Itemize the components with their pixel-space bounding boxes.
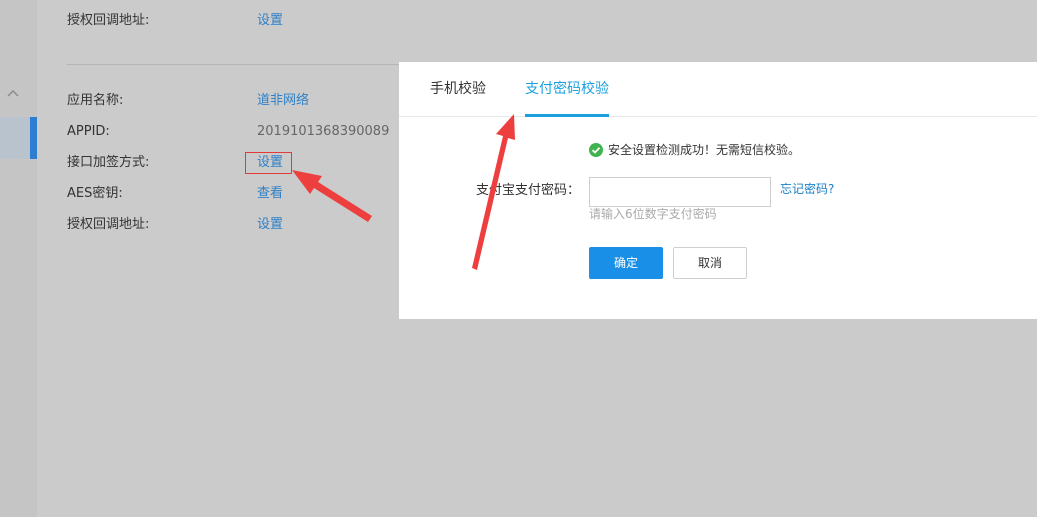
- app-name-label: 应用名称:: [67, 93, 124, 108]
- verification-tabs: 手机校验 支付密码校验: [399, 62, 1037, 117]
- appid-value: 2019101368390089: [257, 124, 390, 139]
- check-circle-icon: [589, 142, 603, 157]
- password-input[interactable]: [589, 177, 771, 207]
- app-name-link[interactable]: 道非网络: [257, 93, 309, 109]
- left-rail: [0, 0, 37, 517]
- verification-dialog: 手机校验 支付密码校验 安全设置检测成功！无需短信校验。 支付宝支付密码： 忘记…: [399, 62, 1037, 319]
- aes-key-view-link[interactable]: 查看: [257, 186, 283, 202]
- callback-label: 授权回调地址:: [67, 217, 150, 232]
- callback-setting-link[interactable]: 设置: [257, 217, 283, 233]
- aes-key-label: AES密钥:: [67, 186, 123, 201]
- section-divider: [67, 64, 407, 65]
- password-hint: 请输入6位数字支付密码: [589, 207, 717, 221]
- forgot-password-link[interactable]: 忘记密码?: [780, 181, 834, 197]
- tab-paypassword-verification[interactable]: 支付密码校验: [525, 80, 609, 98]
- rail-active-indicator: [30, 117, 37, 159]
- success-message-row: 安全设置检测成功！无需短信校验。: [589, 141, 800, 158]
- success-message: 安全设置检测成功！无需短信校验。: [608, 143, 801, 157]
- cancel-button[interactable]: 取消: [673, 247, 747, 279]
- chevron-up-icon[interactable]: [6, 86, 20, 100]
- annotation-arrow-to-setting: [292, 170, 372, 222]
- sign-method-label: 接口加签方式:: [67, 155, 150, 170]
- password-label: 支付宝支付密码：: [476, 183, 581, 198]
- confirm-button[interactable]: 确定: [589, 247, 663, 279]
- active-tab-underline: [525, 114, 609, 117]
- appid-label: APPID:: [67, 124, 110, 139]
- tab-phone-verification[interactable]: 手机校验: [430, 80, 486, 98]
- callback-setting-link-top[interactable]: 设置: [257, 13, 283, 29]
- annotation-highlight-box: [245, 152, 292, 174]
- callback-label-top: 授权回调地址:: [67, 13, 150, 28]
